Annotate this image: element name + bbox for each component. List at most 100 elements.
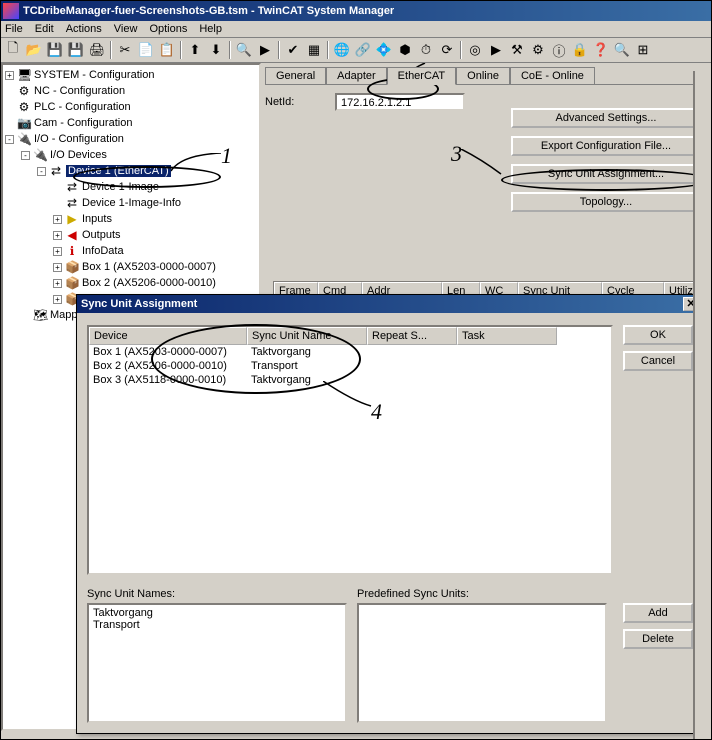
tree-node[interactable]: ⚙NC - Configuration: [5, 83, 257, 99]
node-icon: ⚙: [17, 100, 31, 114]
expand-icon[interactable]: +: [53, 279, 62, 288]
tree-node[interactable]: +◀Outputs: [5, 227, 257, 243]
delete-button[interactable]: Delete: [623, 629, 693, 649]
tree-node[interactable]: ⇄Device 1-Image-Info: [5, 195, 257, 211]
menu-file[interactable]: File: [5, 23, 23, 35]
node-label: Inputs: [82, 213, 112, 225]
copy-icon[interactable]: 📄: [136, 40, 156, 60]
term-icon[interactable]: ⬢: [395, 40, 415, 60]
netid-field[interactable]: 172.16.2.1.2.1: [335, 93, 465, 111]
tree-node[interactable]: ⇄Device 1-Image: [5, 179, 257, 195]
target-icon[interactable]: ◎: [465, 40, 485, 60]
node-label: Device 1-Image-Info: [82, 197, 181, 209]
open-icon[interactable]: 📂: [24, 40, 44, 60]
predef-list[interactable]: [357, 603, 607, 723]
zoom-icon[interactable]: 🔍: [612, 40, 632, 60]
dialog-buttons-lower: Add Delete: [623, 603, 693, 649]
lock-icon[interactable]: 🔒: [570, 40, 590, 60]
help-icon[interactable]: ❓: [591, 40, 611, 60]
menu-edit[interactable]: Edit: [35, 23, 54, 35]
about-icon[interactable]: ⓘ: [549, 40, 569, 60]
cancel-button[interactable]: Cancel: [623, 351, 693, 371]
column-header[interactable]: Device: [89, 327, 247, 345]
menu-options[interactable]: Options: [149, 23, 187, 35]
tree-node[interactable]: +▶Inputs: [5, 211, 257, 227]
window-title: TCDribeManager-fuer-Screenshots-GB.tsm -…: [23, 5, 394, 17]
sync-icon[interactable]: ⟳: [437, 40, 457, 60]
tab-online[interactable]: Online: [456, 67, 510, 84]
expand-icon[interactable]: -: [37, 167, 46, 176]
saveall-icon[interactable]: 💾: [66, 40, 86, 60]
up-icon[interactable]: ⬆: [185, 40, 205, 60]
net-icon[interactable]: 🌐: [332, 40, 352, 60]
link-icon[interactable]: 🔗: [353, 40, 373, 60]
node-label: Device 1-Image: [82, 181, 159, 193]
tree-node[interactable]: ⚙PLC - Configuration: [5, 99, 257, 115]
scrollbar[interactable]: [693, 71, 711, 739]
add-button[interactable]: Add: [623, 603, 693, 623]
export-config-button[interactable]: Export Configuration File...: [511, 136, 701, 156]
tree-node[interactable]: +ℹInfoData: [5, 243, 257, 259]
tree-node[interactable]: -🔌I/O Devices: [5, 147, 257, 163]
tree-node[interactable]: +📦Box 2 (AX5206-0000-0010): [5, 275, 257, 291]
sync-unit-assignment-button[interactable]: Sync Unit Assignment...: [511, 164, 701, 184]
chip-icon[interactable]: ▦: [304, 40, 324, 60]
print-icon[interactable]: 🖨: [87, 40, 107, 60]
netid-label: NetId:: [265, 96, 325, 108]
tab-coe-online[interactable]: CoE - Online: [510, 67, 595, 84]
list-item[interactable]: Taktvorgang: [93, 607, 341, 619]
node-icon: 🔌: [17, 132, 31, 146]
tab-ethercat[interactable]: EtherCAT: [387, 67, 456, 85]
tab-adapter[interactable]: Adapter: [326, 67, 387, 84]
list-item[interactable]: Box 3 (AX5118-0000-0010)Taktvorgang: [89, 373, 611, 387]
column-header[interactable]: Sync Unit Name: [247, 327, 367, 345]
menu-actions[interactable]: Actions: [66, 23, 102, 35]
expand-icon[interactable]: -: [5, 135, 14, 144]
tree-node[interactable]: +📦Box 1 (AX5203-0000-0007): [5, 259, 257, 275]
sync-names-list[interactable]: TaktvorgangTransport: [87, 603, 347, 723]
menu-view[interactable]: View: [114, 23, 138, 35]
expand-icon[interactable]: +: [53, 295, 62, 304]
node-icon: ▶: [65, 212, 79, 226]
cut-icon[interactable]: ✂: [115, 40, 135, 60]
sync-names-label: Sync Unit Names:: [87, 588, 175, 600]
tree-node[interactable]: -🔌I/O - Configuration: [5, 131, 257, 147]
tree-node[interactable]: -⇄Device 1 (EtherCAT): [5, 163, 257, 179]
node-icon: ℹ: [65, 244, 79, 258]
tree-node[interactable]: +🖥SYSTEM - Configuration: [5, 67, 257, 83]
node-label: I/O Devices: [50, 149, 107, 161]
save-icon[interactable]: 💾: [45, 40, 65, 60]
build-icon[interactable]: ⚒: [507, 40, 527, 60]
run-icon[interactable]: ▶: [255, 40, 275, 60]
tab-general[interactable]: General: [265, 67, 326, 84]
list-item[interactable]: Box 2 (AX5206-0000-0010)Transport: [89, 359, 611, 373]
play-icon[interactable]: ▶: [486, 40, 506, 60]
list-item[interactable]: Transport: [93, 619, 341, 631]
check-icon[interactable]: ✔: [283, 40, 303, 60]
advanced-settings-button[interactable]: Advanced Settings...: [511, 108, 701, 128]
menu-help[interactable]: Help: [199, 23, 222, 35]
expand-icon[interactable]: +: [53, 263, 62, 272]
expand-icon[interactable]: +: [5, 71, 14, 80]
expand-icon[interactable]: +: [53, 247, 62, 256]
list-item[interactable]: Box 1 (AX5203-0000-0007)Taktvorgang: [89, 345, 611, 359]
time-icon[interactable]: ⏱: [416, 40, 436, 60]
column-header[interactable]: Repeat S...: [367, 327, 457, 345]
device-list[interactable]: DeviceSync Unit NameRepeat S...TaskBox 1…: [87, 325, 613, 575]
tree-node[interactable]: 📷Cam - Configuration: [5, 115, 257, 131]
expand-icon[interactable]: +: [53, 215, 62, 224]
gear-icon[interactable]: ⚙: [528, 40, 548, 60]
search-icon[interactable]: 🔍: [234, 40, 254, 60]
paste-icon[interactable]: 📋: [157, 40, 177, 60]
new-icon[interactable]: 🗋: [3, 40, 23, 60]
predef-label: Predefined Sync Units:: [357, 588, 469, 600]
down-icon[interactable]: ⬇: [206, 40, 226, 60]
topology-button[interactable]: Topology...: [511, 192, 701, 212]
dev-icon[interactable]: 💠: [374, 40, 394, 60]
column-header[interactable]: Task: [457, 327, 557, 345]
expand-icon[interactable]: -: [21, 151, 30, 160]
ok-button[interactable]: OK: [623, 325, 693, 345]
node-label: Device 1 (EtherCAT): [66, 165, 171, 177]
tdr-icon[interactable]: ⊞: [633, 40, 653, 60]
expand-icon[interactable]: +: [53, 231, 62, 240]
